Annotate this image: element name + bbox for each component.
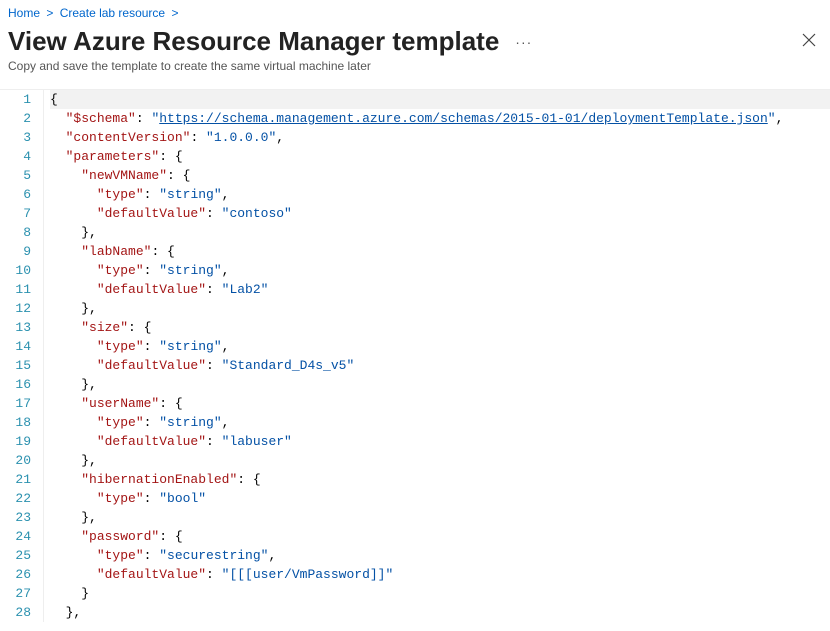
code-line[interactable]: "$schema": "https://schema.management.az… [50, 109, 830, 128]
line-number: 6 [0, 185, 31, 204]
line-number: 4 [0, 147, 31, 166]
code-line[interactable]: "newVMName": { [50, 166, 830, 185]
line-number: 22 [0, 489, 31, 508]
line-number: 7 [0, 204, 31, 223]
line-number: 13 [0, 318, 31, 337]
code-line[interactable]: "type": "string", [50, 337, 830, 356]
code-line[interactable]: "size": { [50, 318, 830, 337]
code-line[interactable]: }, [50, 223, 830, 242]
page-subtitle: Copy and save the template to create the… [8, 59, 822, 73]
code-line[interactable]: "defaultValue": "Lab2" [50, 280, 830, 299]
code-line[interactable]: }, [50, 508, 830, 527]
code-line[interactable]: "parameters": { [50, 147, 830, 166]
blade-header: Home > Create lab resource > View Azure … [0, 0, 830, 81]
code-line[interactable]: "type": "securestring", [50, 546, 830, 565]
code-line[interactable]: "defaultValue": "labuser" [50, 432, 830, 451]
code-line[interactable]: } [50, 584, 830, 603]
line-number: 23 [0, 508, 31, 527]
page-title: View Azure Resource Manager template [8, 26, 499, 57]
line-number: 2 [0, 109, 31, 128]
code-line[interactable]: }, [50, 375, 830, 394]
close-icon [802, 33, 816, 47]
line-number: 16 [0, 375, 31, 394]
line-number: 15 [0, 356, 31, 375]
code-line[interactable]: "defaultValue": "Standard_D4s_v5" [50, 356, 830, 375]
code-line[interactable]: "type": "string", [50, 185, 830, 204]
code-line[interactable]: }, [50, 451, 830, 470]
code-line[interactable]: }, [50, 603, 830, 622]
line-number: 14 [0, 337, 31, 356]
code-line[interactable]: "type": "bool" [50, 489, 830, 508]
code-line[interactable]: "defaultValue": "[[[user/VmPassword]]" [50, 565, 830, 584]
line-number: 21 [0, 470, 31, 489]
chevron-right-icon: > [171, 6, 178, 20]
line-number-gutter: 1234567891011121314151617181920212223242… [0, 90, 44, 622]
code-line[interactable]: "type": "string", [50, 261, 830, 280]
line-number: 5 [0, 166, 31, 185]
code-line[interactable]: "password": { [50, 527, 830, 546]
line-number: 10 [0, 261, 31, 280]
more-actions-button[interactable]: ··· [511, 30, 536, 54]
line-number: 12 [0, 299, 31, 318]
code-line[interactable]: "hibernationEnabled": { [50, 470, 830, 489]
line-number: 25 [0, 546, 31, 565]
line-number: 17 [0, 394, 31, 413]
line-number: 24 [0, 527, 31, 546]
code-line[interactable]: { [50, 90, 830, 109]
chevron-right-icon: > [46, 6, 53, 20]
code-line[interactable]: "labName": { [50, 242, 830, 261]
line-number: 19 [0, 432, 31, 451]
code-line[interactable]: "defaultValue": "contoso" [50, 204, 830, 223]
line-number: 27 [0, 584, 31, 603]
breadcrumb-home-link[interactable]: Home [8, 6, 40, 20]
line-number: 20 [0, 451, 31, 470]
line-number: 8 [0, 223, 31, 242]
close-button[interactable] [796, 27, 822, 57]
line-number: 18 [0, 413, 31, 432]
code-line[interactable]: "type": "string", [50, 413, 830, 432]
line-number: 26 [0, 565, 31, 584]
code-line[interactable]: }, [50, 299, 830, 318]
code-editor[interactable]: 1234567891011121314151617181920212223242… [0, 89, 830, 622]
code-line[interactable]: "userName": { [50, 394, 830, 413]
line-number: 11 [0, 280, 31, 299]
line-number: 28 [0, 603, 31, 622]
breadcrumb: Home > Create lab resource > [8, 6, 822, 20]
line-number: 3 [0, 128, 31, 147]
line-number: 1 [0, 90, 31, 109]
code-line[interactable]: "contentVersion": "1.0.0.0", [50, 128, 830, 147]
line-number: 9 [0, 242, 31, 261]
breadcrumb-create-link[interactable]: Create lab resource [60, 6, 165, 20]
code-content[interactable]: { "$schema": "https://schema.management.… [44, 90, 830, 622]
